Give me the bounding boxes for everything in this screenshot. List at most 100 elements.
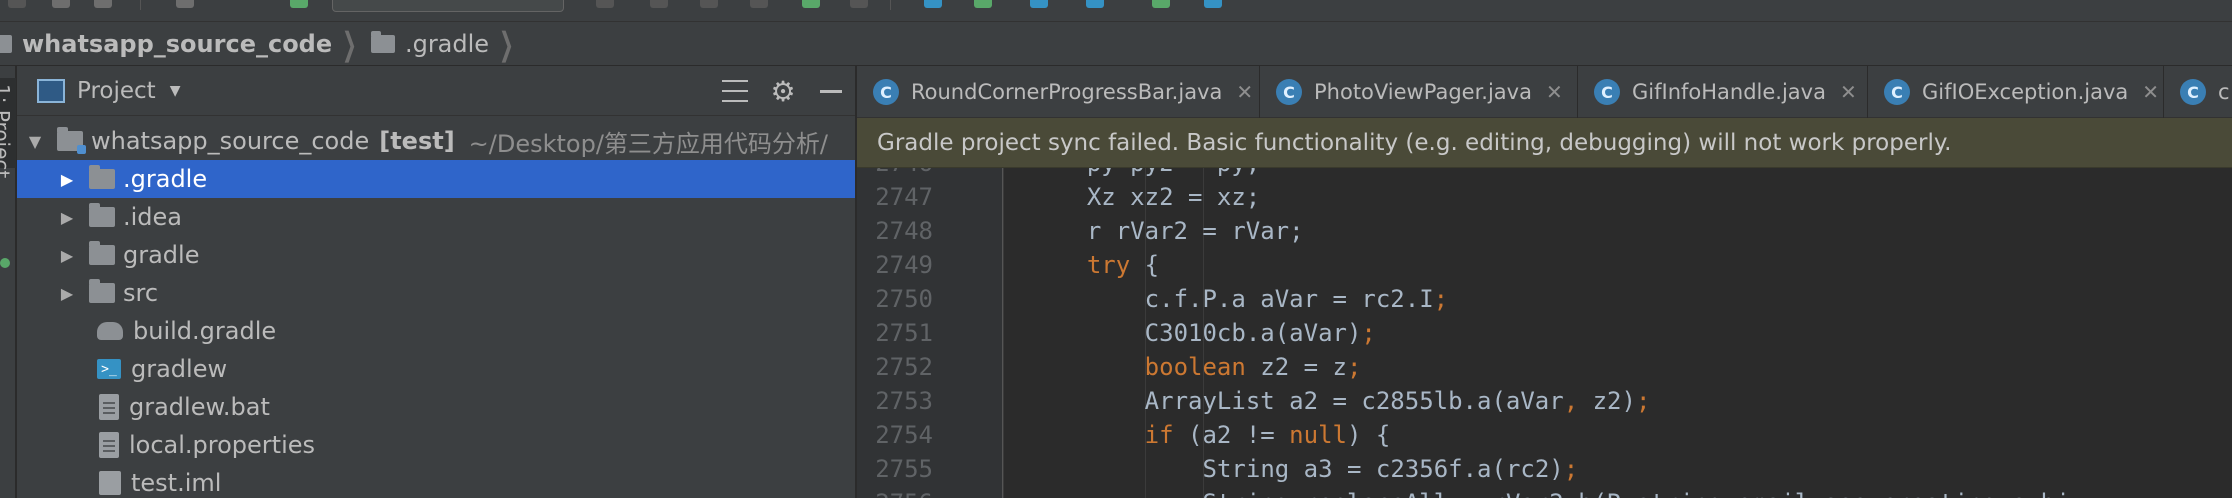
tab-gif-io-exception[interactable]: C GifIOException.java ✕ [1868, 66, 2164, 118]
line-number: 2747 [875, 183, 933, 211]
close-icon[interactable]: ✕ [1236, 80, 1253, 104]
code-token: (a2 != [1173, 421, 1290, 449]
code-text: c.f.P.a aVar = rc2.I; [1145, 282, 1448, 316]
close-icon[interactable]: ✕ [2142, 80, 2159, 104]
toolbar-undo-icon[interactable] [176, 0, 194, 8]
code-line: 2754 if (a2 != null) { [857, 418, 2232, 452]
toolbar-make-icon[interactable] [290, 0, 308, 8]
toolbar-attach-icon[interactable] [850, 0, 868, 8]
code-keyword: if [1144, 421, 1174, 449]
code-token: { [1130, 251, 1160, 279]
breadcrumb: whatsapp_source_code ❯ .gradle ❯ [0, 22, 2232, 66]
code-token: ArrayList a2 = c2855lb.a(aVar [1144, 387, 1564, 415]
toolbar-apply-changes-icon[interactable] [802, 0, 820, 8]
chevron-right-icon: ❯ [499, 24, 514, 63]
code-text: try { [1087, 248, 1159, 282]
folder-icon [370, 30, 395, 53]
tree-root-item[interactable]: ▼ whatsapp_source_code [test] ~/Desktop/… [17, 122, 855, 160]
toolbar-stop-icon[interactable] [750, 0, 768, 8]
tree-item-local-properties[interactable]: local.properties [17, 426, 855, 464]
collapse-all-button[interactable] [711, 66, 759, 116]
code-token: String a3 = c2356f.a(rc2) [1202, 455, 1564, 483]
folder-icon [89, 203, 115, 227]
collapsed-arrow-icon[interactable]: ▶ [59, 208, 75, 227]
tab-label: GifIOException.java [1922, 80, 2129, 104]
toolbar-search-icon[interactable] [1204, 0, 1222, 8]
expanded-arrow-icon[interactable]: ▼ [27, 132, 43, 151]
shell-script-icon: >_ [97, 359, 121, 379]
tree-item-label: test.iml [131, 469, 222, 497]
folder-icon [89, 241, 115, 265]
toolbar-debug-icon[interactable] [650, 0, 668, 8]
close-icon[interactable]: ✕ [1840, 80, 1857, 104]
tab-label: GifInfoHandle.java [1632, 80, 1826, 104]
tree-item-src[interactable]: ▶ src [17, 274, 855, 312]
settings-button[interactable]: ⚙ [759, 66, 807, 116]
collapsed-arrow-icon[interactable]: ▶ [59, 170, 75, 189]
code-token: z2 = z [1245, 353, 1347, 381]
toolbar-profile-icon[interactable] [700, 0, 718, 8]
tree-item-gradle[interactable]: ▶ gradle [17, 236, 855, 274]
toolbar-project-icon[interactable] [8, 0, 26, 8]
tree-item-build-gradle[interactable]: build.gradle [17, 312, 855, 350]
tree-item-dot-gradle[interactable]: ▶ .gradle [17, 160, 855, 198]
toolbar-sync-gradle-icon[interactable] [924, 0, 942, 8]
tree-item-label: local.properties [129, 431, 316, 459]
toolbar-save-icon[interactable] [52, 0, 70, 8]
toolbar-separator [140, 0, 141, 10]
collapsed-arrow-icon[interactable]: ▶ [59, 284, 75, 303]
code-keyword: try [1086, 251, 1131, 279]
toolbar-device-icon[interactable] [1152, 0, 1170, 8]
toolbar-sdk-manager-icon[interactable] [1030, 0, 1048, 8]
module-file-icon [99, 471, 121, 495]
build-variants-icon[interactable] [0, 258, 10, 268]
toolbar-avd-manager-icon[interactable] [974, 0, 992, 8]
tab-partial[interactable]: C c [2164, 66, 2232, 118]
tab-gif-info-handle[interactable]: C GifInfoHandle.java ✕ [1578, 66, 1868, 118]
code-editor[interactable]: 2746 py py2 = py; 2747 Xz xz2 = xz; 2748 r rV… [857, 168, 2232, 498]
tab-photo-view-pager[interactable]: C PhotoViewPager.java ✕ [1260, 66, 1578, 118]
code-text: ArrayList a2 = c2855lb.a(aVar, z2); [1145, 384, 1651, 418]
project-view-title[interactable]: Project [77, 78, 156, 104]
collapsed-arrow-icon[interactable]: ▶ [59, 246, 75, 265]
code-text: String replaceAll = rVar2.b(R.string.ema… [1203, 486, 2070, 498]
code-keyword: ; [1635, 387, 1651, 415]
tree-root-path: ~/Desktop/第三方应用代码分析/ [468, 129, 829, 158]
caret-down-icon[interactable]: ▼ [170, 83, 181, 99]
code-keyword: null [1289, 421, 1347, 449]
toolbar-sync-icon[interactable] [94, 0, 112, 8]
breadcrumb-root-label: whatsapp_source_code [22, 29, 333, 58]
module-folder-icon [57, 127, 86, 154]
banner-text: Gradle project sync failed. Basic functi… [877, 129, 1952, 156]
tab-label: RoundCornerProgressBar.java [911, 80, 1223, 104]
tree-item-idea[interactable]: ▶ .idea [17, 198, 855, 236]
tree-item-test-iml[interactable]: test.iml [17, 464, 855, 498]
project-tool-window-button[interactable]: 1: Project [0, 78, 16, 178]
properties-file-icon [99, 432, 119, 458]
tree-item-label: gradlew [131, 355, 228, 383]
code-text: py py2 = py; [1087, 168, 1260, 180]
minimize-icon [820, 89, 842, 93]
tab-round-corner-progress-bar[interactable]: C RoundCornerProgressBar.java ✕ [857, 66, 1260, 118]
toolbar-layout-inspector-icon[interactable] [1086, 0, 1104, 8]
breadcrumb-item-gradle[interactable]: .gradle [370, 22, 489, 66]
hide-panel-button[interactable] [807, 66, 855, 116]
tree-item-label: .idea [123, 203, 183, 231]
code-token: r rVar2 = rVar; [1086, 217, 1304, 245]
run-configuration-combo[interactable] [332, 0, 564, 12]
close-icon[interactable]: ✕ [1546, 80, 1563, 104]
gear-icon: ⚙ [770, 74, 796, 108]
folder-icon [89, 279, 115, 303]
line-number: 2746 [857, 168, 933, 180]
breadcrumb-item-root[interactable]: whatsapp_source_code [0, 22, 332, 66]
toolbar-run-icon[interactable] [596, 0, 614, 8]
editor-area: C RoundCornerProgressBar.java ✕ C PhotoV… [857, 66, 2232, 498]
tree-root-module: [test] [379, 127, 455, 155]
code-keyword: boolean [1144, 353, 1246, 381]
tree-item-label: .gradle [123, 165, 208, 193]
folder-icon [89, 165, 115, 189]
code-token: z2) [1578, 387, 1636, 415]
tree-item-gradlew-bat[interactable]: gradlew.bat [17, 388, 855, 426]
code-line: 2747 Xz xz2 = xz; [857, 180, 2232, 214]
tree-item-gradlew[interactable]: >_ gradlew [17, 350, 855, 388]
